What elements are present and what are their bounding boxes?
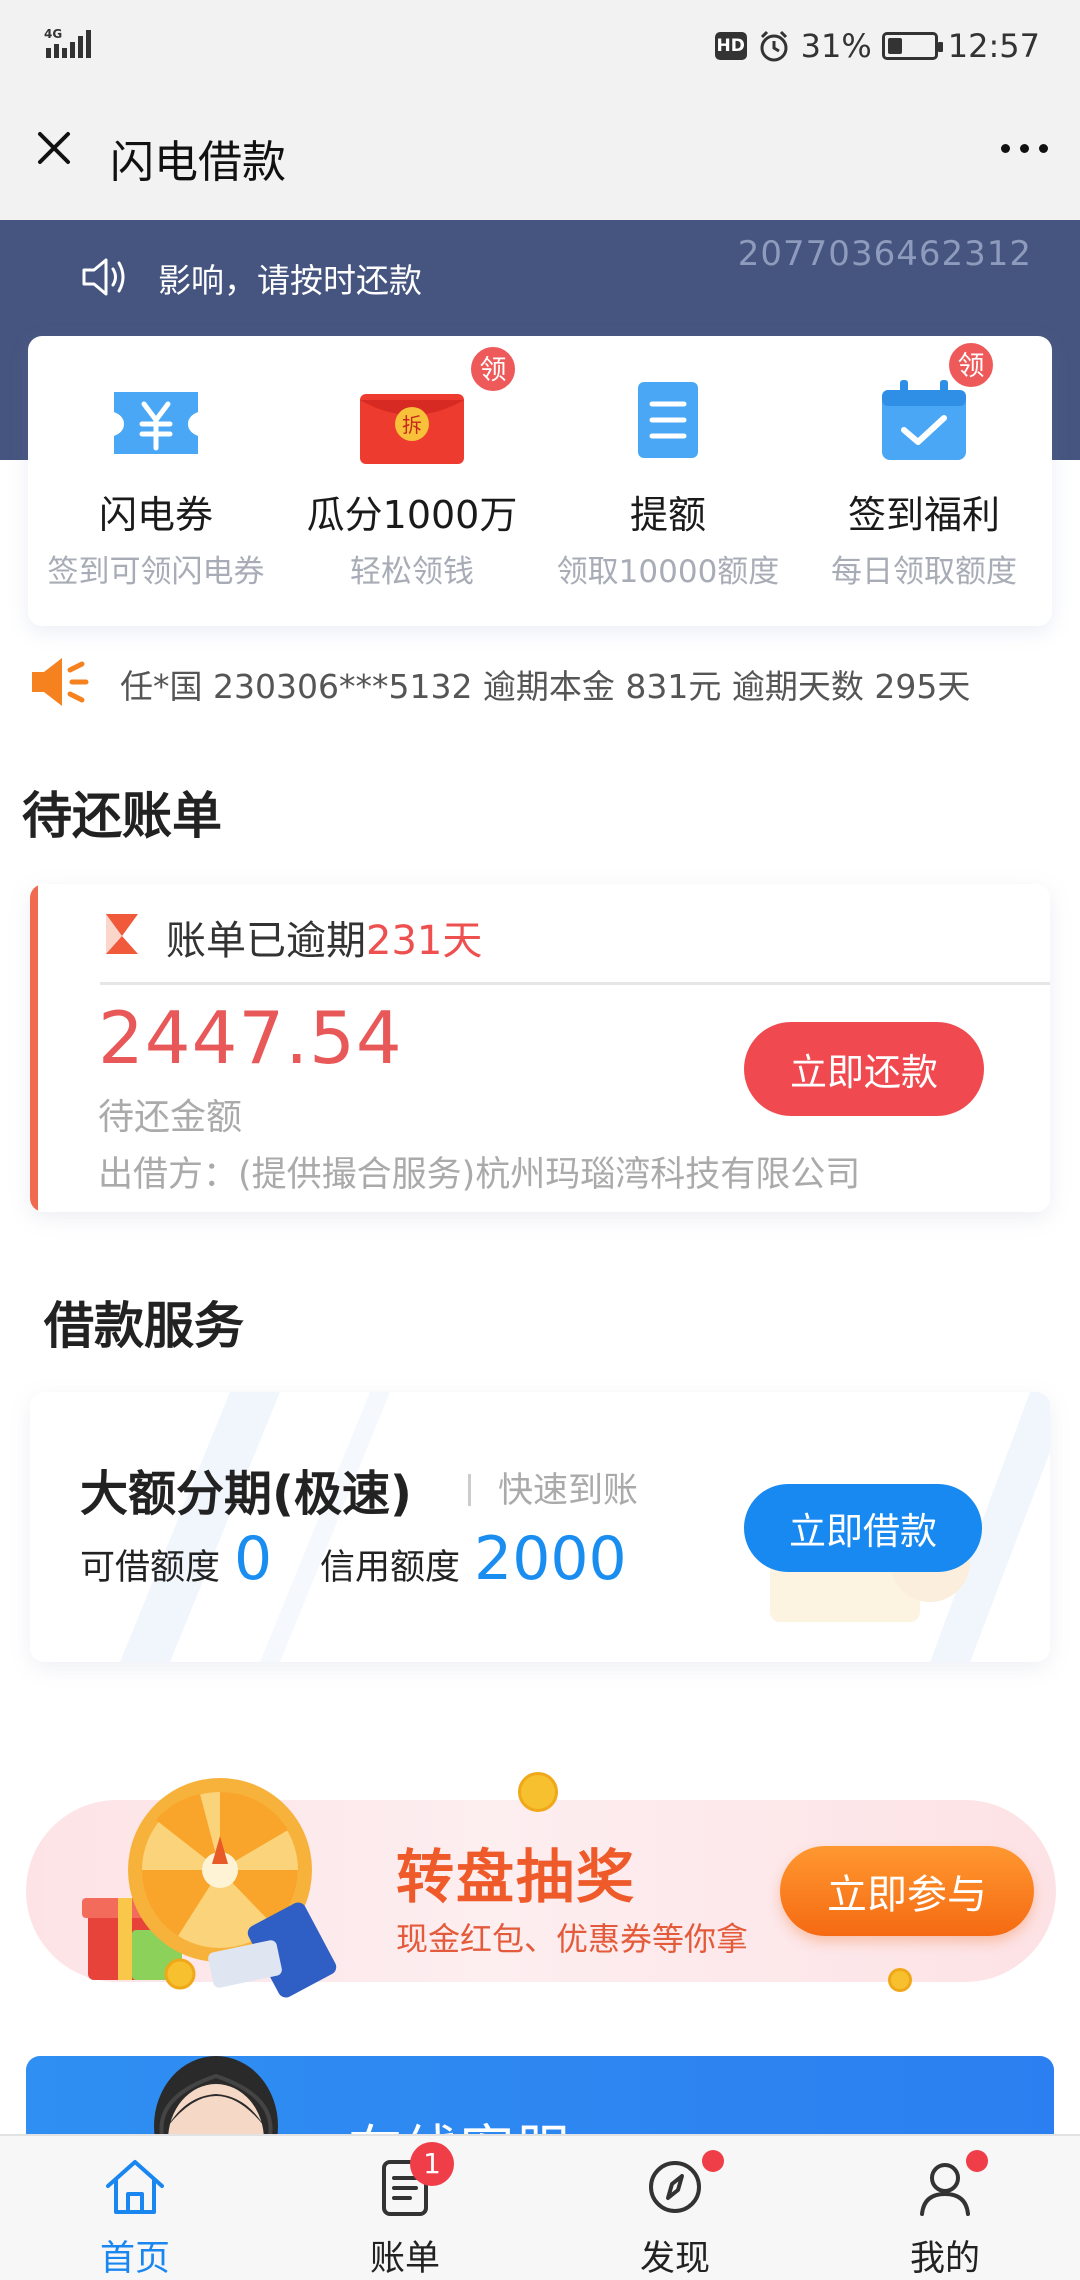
status-indicators: HD 31% 12:57 bbox=[714, 22, 1040, 70]
notification-dot bbox=[966, 2150, 988, 2172]
overdue-marquee: 任*国 230306***5132 逾期本金 831元 逾期天数 295天 bbox=[120, 667, 971, 706]
alarm-icon bbox=[760, 30, 788, 62]
dot bbox=[1000, 143, 1010, 153]
overdue-days: 231天 bbox=[366, 918, 483, 964]
close-icon[interactable] bbox=[26, 120, 82, 176]
svg-text:4G: 4G bbox=[44, 27, 62, 41]
coin-decoration bbox=[888, 1968, 912, 1992]
quick-action-subtitle: 领取10000额度 bbox=[556, 554, 780, 590]
quick-action-subtitle: 签到可领闪电券 bbox=[47, 554, 265, 590]
quick-action-flash-coupon[interactable]: 闪电券 签到可领闪电券 bbox=[28, 336, 284, 626]
header-notice: 影响，请按时还款 bbox=[158, 261, 422, 300]
quick-action-checkin[interactable]: 领 签到福利 每日领取额度 bbox=[796, 336, 1052, 626]
dot bbox=[1019, 143, 1029, 153]
product-name: 大额分期(极速) bbox=[80, 1466, 412, 1522]
speaker-icon bbox=[82, 258, 125, 296]
quick-action-title: 闪电券 bbox=[98, 493, 213, 537]
bill-status: 账单已逾期231天 bbox=[166, 908, 482, 966]
product-tag: 快速到账 bbox=[498, 1471, 639, 1511]
dot bbox=[1038, 143, 1048, 153]
bill-count-badge: 1 bbox=[410, 2142, 454, 2186]
home-icon bbox=[106, 2160, 164, 2214]
more-menu-icon[interactable] bbox=[988, 120, 1060, 176]
loudspeaker-icon bbox=[32, 658, 89, 706]
signal-icon: 4G bbox=[44, 27, 91, 58]
borrow-now-button[interactable]: 立即借款 bbox=[744, 1484, 982, 1572]
tab-label: 首页 bbox=[99, 2239, 170, 2279]
flag-icon bbox=[106, 914, 138, 954]
claim-badge: 领 bbox=[468, 344, 518, 394]
divider bbox=[468, 1474, 471, 1506]
credit-limit: 信用额度 2000 bbox=[320, 1524, 627, 1594]
status-bar: 4G HD 31% 12:57 bbox=[0, 0, 1080, 90]
quick-action-title: 提额 bbox=[629, 493, 706, 537]
quick-action-split-prize[interactable]: 拆 领 瓜分1000万 轻松领钱 bbox=[284, 336, 540, 626]
divider bbox=[100, 982, 1050, 985]
lender-info: 出借方：(提供撮合服务)杭州玛瑙湾科技有限公司 bbox=[98, 1155, 861, 1195]
amount-due-label: 待还金额 bbox=[98, 1097, 243, 1138]
tab-home[interactable]: 首页 bbox=[0, 2136, 270, 2280]
compass-icon bbox=[649, 2161, 701, 2213]
loan-product-card[interactable]: 大额分期(极速) 快速到账 可借额度 0 信用额度 2000 立即借款 bbox=[30, 1392, 1050, 1662]
red-envelope-icon: 拆 bbox=[360, 394, 464, 464]
page-title: 闪电借款 bbox=[110, 137, 286, 188]
credit-limit-value: 2000 bbox=[474, 1524, 627, 1594]
quick-action-title: 瓜分1000万 bbox=[306, 493, 518, 537]
notification-dot bbox=[702, 2150, 724, 2172]
credit-limit-label: 信用额度 bbox=[320, 1548, 461, 1588]
nav-bar: 闪电借款 bbox=[0, 90, 1080, 220]
available-limit-value: 0 bbox=[234, 1524, 273, 1594]
available-limit: 可借额度 0 bbox=[80, 1524, 272, 1594]
clock: 12:57 bbox=[947, 27, 1040, 65]
lottery-subtitle: 现金红包、优惠券等你拿 bbox=[396, 1920, 749, 1958]
lottery-title: 转盘抽奖 bbox=[396, 1843, 637, 1911]
tab-discover[interactable]: 发现 bbox=[540, 2136, 810, 2280]
battery-icon bbox=[881, 32, 943, 60]
quick-action-subtitle: 每日领取额度 bbox=[831, 554, 1017, 590]
envelope-text: 拆 bbox=[402, 413, 422, 437]
battery-level bbox=[887, 38, 902, 54]
tab-label: 我的 bbox=[909, 2239, 980, 2279]
tab-mine[interactable]: 我的 bbox=[810, 2136, 1080, 2280]
bill-status-label: 账单已逾期 bbox=[166, 918, 366, 964]
coin-decoration bbox=[518, 1772, 558, 1812]
claim-badge: 领 bbox=[946, 340, 996, 390]
bill-card[interactable]: 账单已逾期231天 2447.54 待还金额 出借方：(提供撮合服务)杭州玛瑙湾… bbox=[30, 884, 1050, 1212]
tab-label: 发现 bbox=[639, 2239, 710, 2279]
repay-now-button[interactable]: 立即还款 bbox=[744, 1022, 984, 1116]
loan-service-title: 借款服务 bbox=[44, 1297, 244, 1355]
tab-bar: 首页 1 账单 发现 我的 bbox=[0, 2134, 1080, 2280]
header-number: 2077036462312 bbox=[737, 234, 1032, 274]
document-icon bbox=[638, 382, 698, 458]
quick-action-subtitle: 轻松领钱 bbox=[350, 554, 474, 590]
prize-wheel-illustration bbox=[82, 1778, 337, 1998]
ticket-icon bbox=[114, 392, 198, 454]
tab-label: 账单 bbox=[369, 2239, 440, 2279]
join-now-button[interactable]: 立即参与 bbox=[780, 1846, 1034, 1936]
amount-due: 2447.54 bbox=[98, 996, 403, 1080]
pending-bills-title: 待还账单 bbox=[22, 787, 222, 845]
quick-action-raise-limit[interactable]: 提额 领取10000额度 bbox=[540, 336, 796, 626]
battery-percent: 31% bbox=[800, 27, 872, 65]
hd-badge: HD bbox=[714, 32, 747, 60]
quick-action-title: 签到福利 bbox=[847, 493, 1000, 537]
quick-actions-card: 闪电券 签到可领闪电券 拆 领 瓜分1000万 轻松领钱 提额 领取10000额… bbox=[28, 336, 1052, 626]
tab-bills[interactable]: 1 账单 bbox=[270, 2136, 540, 2280]
available-limit-label: 可借额度 bbox=[80, 1548, 221, 1588]
